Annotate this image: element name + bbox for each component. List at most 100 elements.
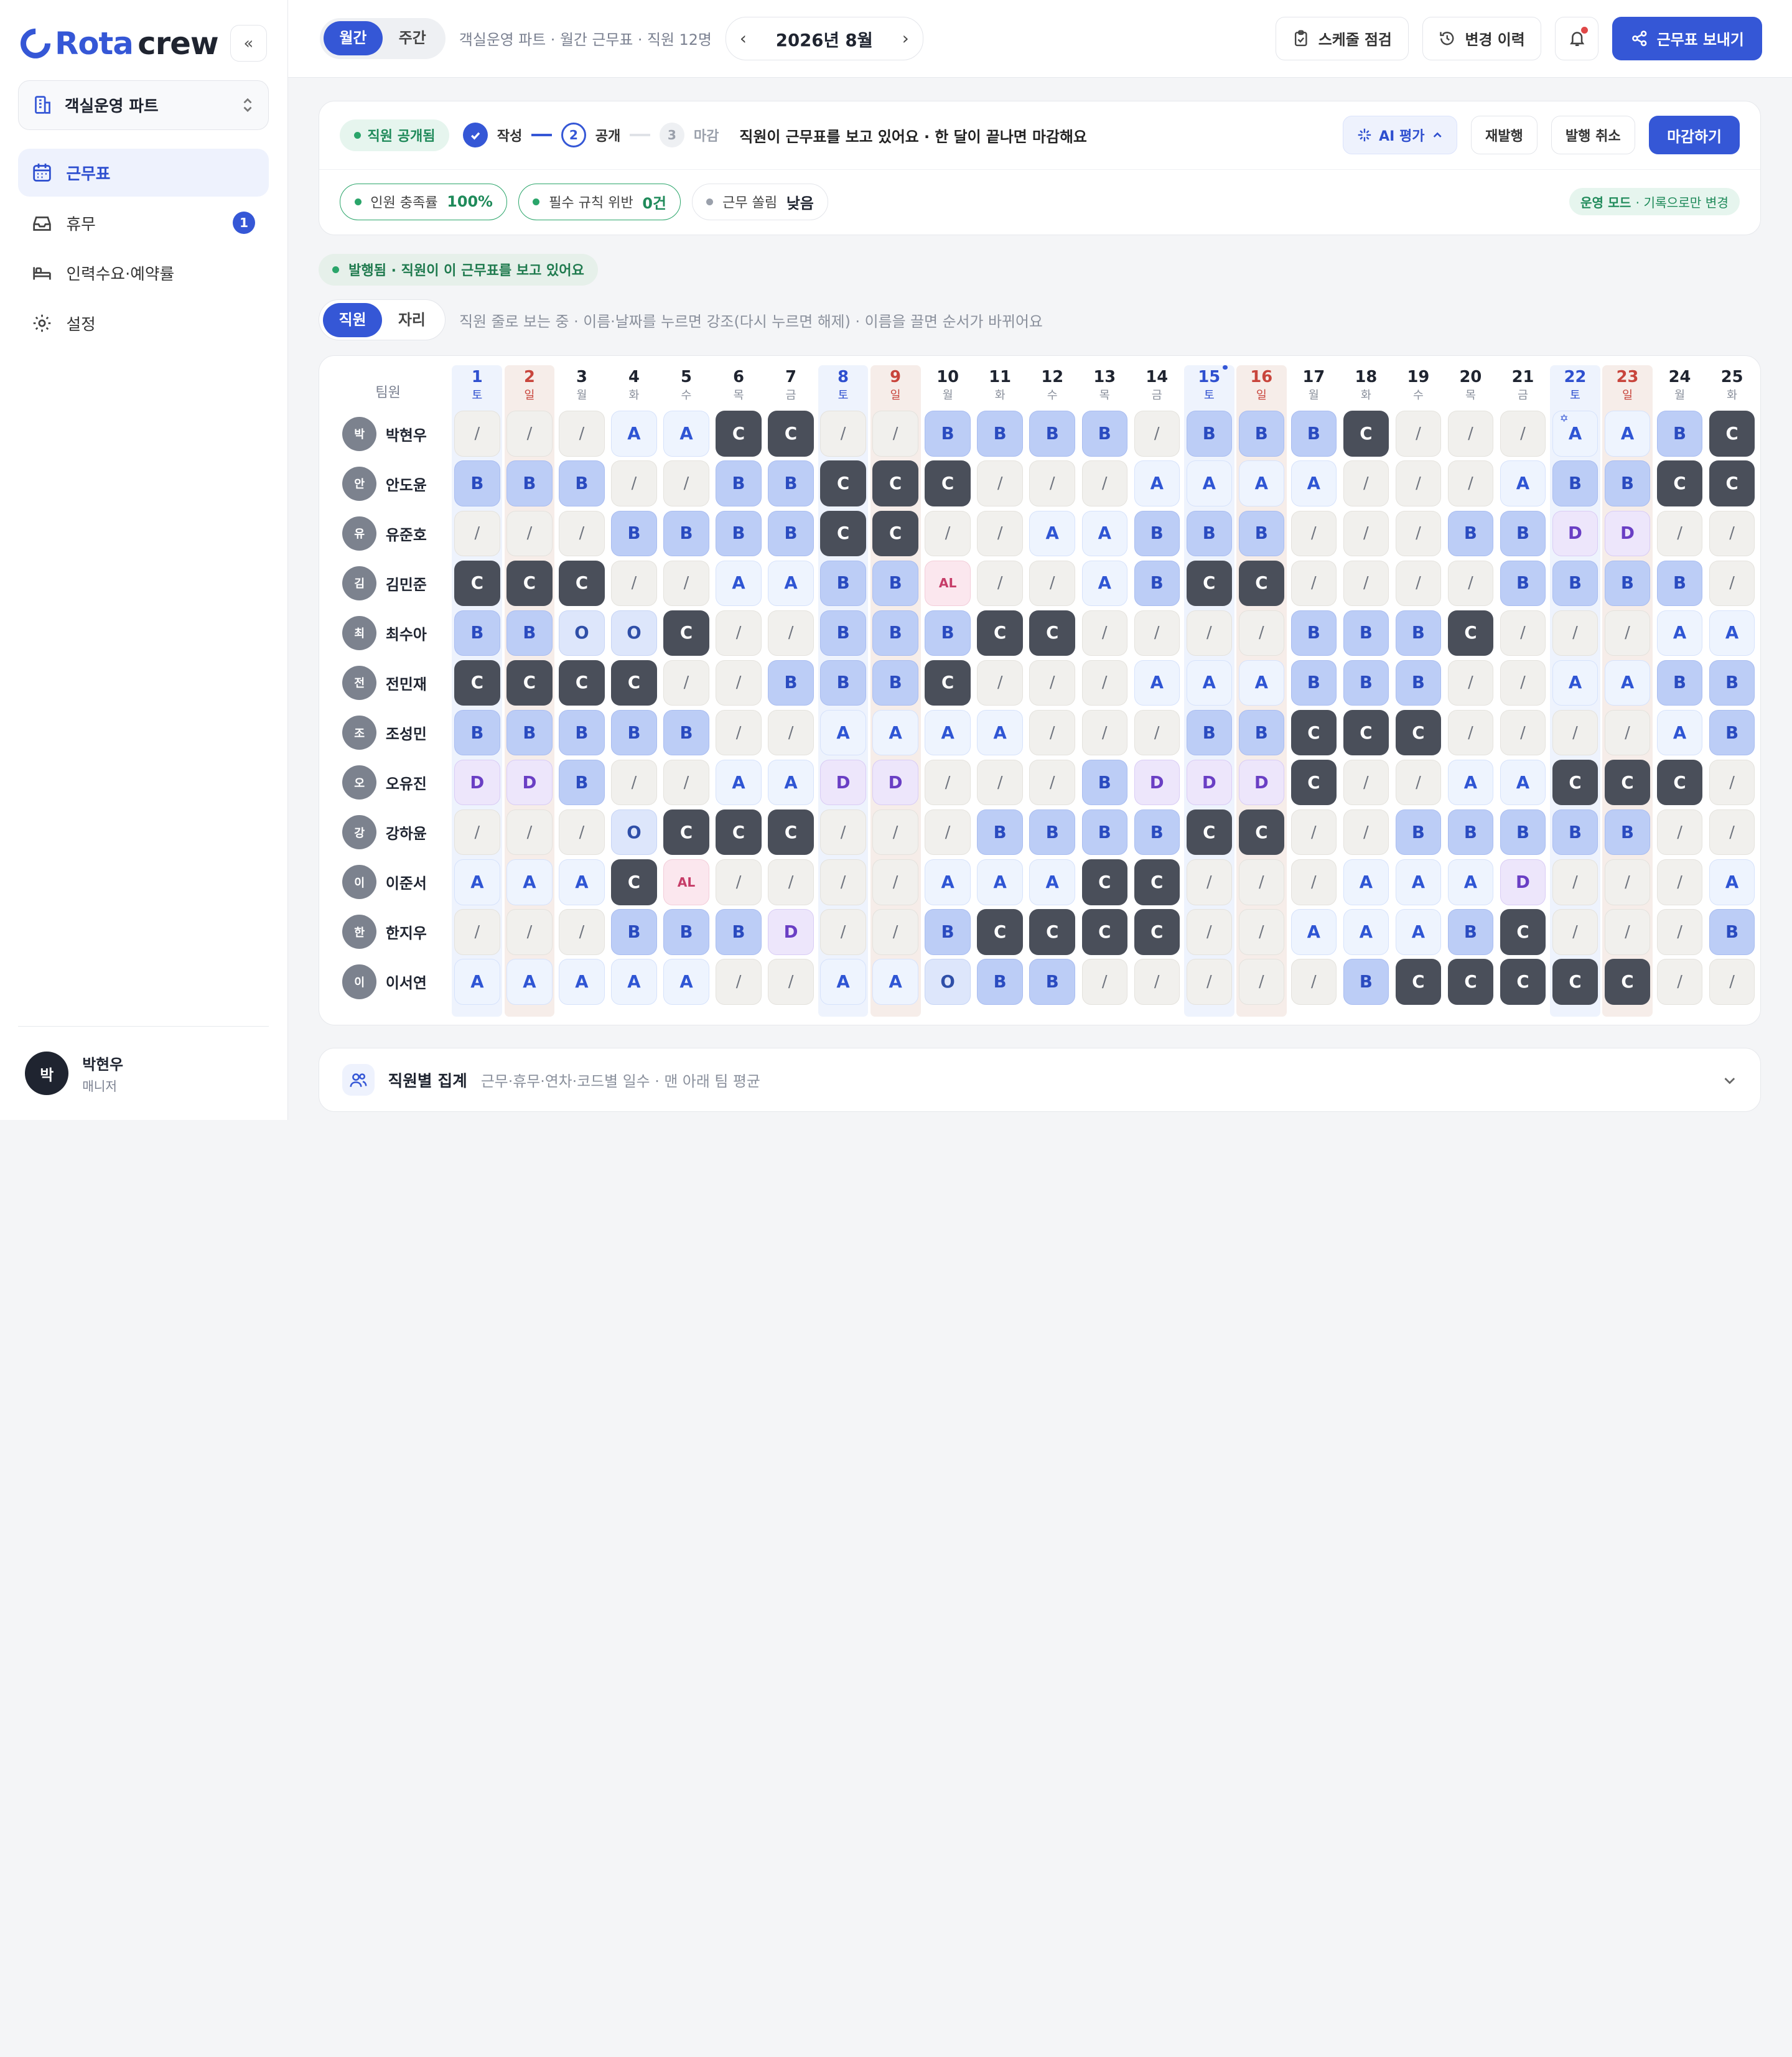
staff-row-name[interactable]: 강 강하윤 [342,809,427,855]
shift-cell[interactable]: C [1186,809,1232,856]
shift-cell[interactable]: C [1238,560,1285,607]
shift-cell[interactable]: A [1709,859,1755,905]
shift-cell[interactable]: A [820,959,866,1005]
shift-cell[interactable]: / [1656,859,1703,905]
shift-cell[interactable]: / [454,510,500,556]
shift-cell[interactable]: C [1395,709,1442,756]
shift-cell[interactable]: B [1186,411,1232,457]
shift-cell[interactable]: A [1238,460,1285,506]
shift-cell[interactable]: C [611,859,657,905]
shift-cell[interactable]: A [1186,660,1232,706]
shift-cell[interactable]: B [1604,460,1651,506]
shift-cell[interactable]: C [925,460,971,506]
shift-cell[interactable]: B [1238,411,1285,457]
shift-cell[interactable]: B [768,460,814,506]
date-column-header[interactable]: 5수 [661,368,712,403]
shift-cell[interactable]: / [716,859,762,905]
shift-cell[interactable]: C [977,909,1023,955]
shift-cell[interactable]: / [1186,610,1232,656]
shift-cell[interactable]: A [454,859,500,905]
shift-cell[interactable]: B [977,809,1023,856]
shift-cell[interactable]: B [977,411,1023,457]
shift-cell[interactable]: B [454,610,500,656]
shift-cell[interactable]: / [559,809,605,856]
shift-cell[interactable]: A [872,709,918,756]
shift-cell[interactable]: / [663,460,709,506]
shift-cell[interactable]: / [1656,959,1703,1005]
shift-cell[interactable]: / [1500,610,1546,656]
shift-cell[interactable]: C [506,560,553,607]
shift-cell[interactable]: C [977,610,1023,656]
shift-cell[interactable]: A [1395,909,1442,955]
staff-row-name[interactable]: 안 안도윤 [342,460,427,506]
shift-cell[interactable]: A [1447,759,1494,806]
shift-cell[interactable]: / [768,959,814,1005]
shift-cell[interactable]: C [454,560,500,607]
shift-cell[interactable]: B [1081,411,1127,457]
shift-cell[interactable]: / [1290,959,1337,1005]
shift-cell[interactable]: B [1447,510,1494,556]
shift-cell[interactable]: B [1447,909,1494,955]
shift-cell[interactable]: B [1709,660,1755,706]
shift-cell[interactable]: A [1290,909,1337,955]
shift-cell[interactable]: A [820,709,866,756]
user-profile[interactable]: 박 박현우 매니저 [18,1026,269,1120]
shift-cell[interactable]: / [1447,460,1494,506]
shift-cell[interactable]: C [506,660,553,706]
shift-cell[interactable]: B [716,460,762,506]
shift-cell[interactable]: / [1656,510,1703,556]
shift-cell[interactable]: A [977,709,1023,756]
date-column-header[interactable]: 1토 [452,368,502,403]
shift-cell[interactable]: A [716,759,762,806]
shift-cell[interactable]: B [611,709,657,756]
shift-cell[interactable]: O [925,959,971,1005]
shift-cell[interactable]: A [1604,660,1651,706]
shift-cell[interactable]: A [1500,759,1546,806]
team-selector[interactable]: 객실운영 파트 [18,80,269,131]
shift-cell[interactable]: B [506,709,553,756]
shift-cell[interactable]: D [1552,510,1598,556]
date-column-header[interactable]: 24 월 [1654,368,1705,403]
shift-cell[interactable]: / [1343,510,1389,556]
shift-cell[interactable]: O [611,610,657,656]
shift-cell[interactable]: C [1081,859,1127,905]
shift-cell[interactable]: A [1709,610,1755,656]
staff-row-name[interactable]: 조 조성민 [342,710,427,755]
shift-cell[interactable]: B [1238,709,1285,756]
date-column-header[interactable]: 13 목 [1080,368,1130,403]
shift-cell[interactable]: C [559,560,605,607]
staff-row-name[interactable]: 이 이서연 [342,959,427,1004]
shift-cell[interactable]: A [454,959,500,1005]
staff-row-name[interactable]: 유 유준호 [342,511,427,556]
shift-cell[interactable]: C [1134,859,1180,905]
shift-cell[interactable]: C [872,460,918,506]
shift-cell[interactable]: / [1134,610,1180,656]
shift-cell[interactable]: D [768,909,814,955]
shift-cell[interactable]: / [1656,909,1703,955]
shift-cell[interactable]: B [1656,411,1703,457]
shift-cell[interactable]: C [1709,460,1755,506]
date-column-header[interactable]: 3월 [557,368,607,403]
shift-cell[interactable]: B [768,660,814,706]
shift-cell[interactable]: / [1081,660,1127,706]
shift-cell[interactable]: C [559,660,605,706]
shift-cell[interactable]: / [1238,959,1285,1005]
shift-cell[interactable]: / [1029,560,1075,607]
shift-cell[interactable]: C [1656,460,1703,506]
shift-cell[interactable]: C [1290,759,1337,806]
shift-cell[interactable]: B [663,709,709,756]
shift-cell[interactable]: / [716,610,762,656]
shift-cell[interactable]: B [1134,809,1180,856]
date-column-header[interactable]: 2일 [505,368,555,403]
date-column-header[interactable]: 10 월 [923,368,973,403]
shift-cell[interactable]: A [663,411,709,457]
shift-cell[interactable]: B [1081,809,1127,856]
shift-cell[interactable]: / [1604,859,1651,905]
shift-cell[interactable]: C [1029,909,1075,955]
shift-cell[interactable]: / [872,411,918,457]
shift-cell[interactable]: / [1081,959,1127,1005]
shift-cell[interactable]: / [1186,959,1232,1005]
shift-cell[interactable]: C [1186,560,1232,607]
shift-cell[interactable]: B [1029,809,1075,856]
shift-cell[interactable]: B [716,909,762,955]
